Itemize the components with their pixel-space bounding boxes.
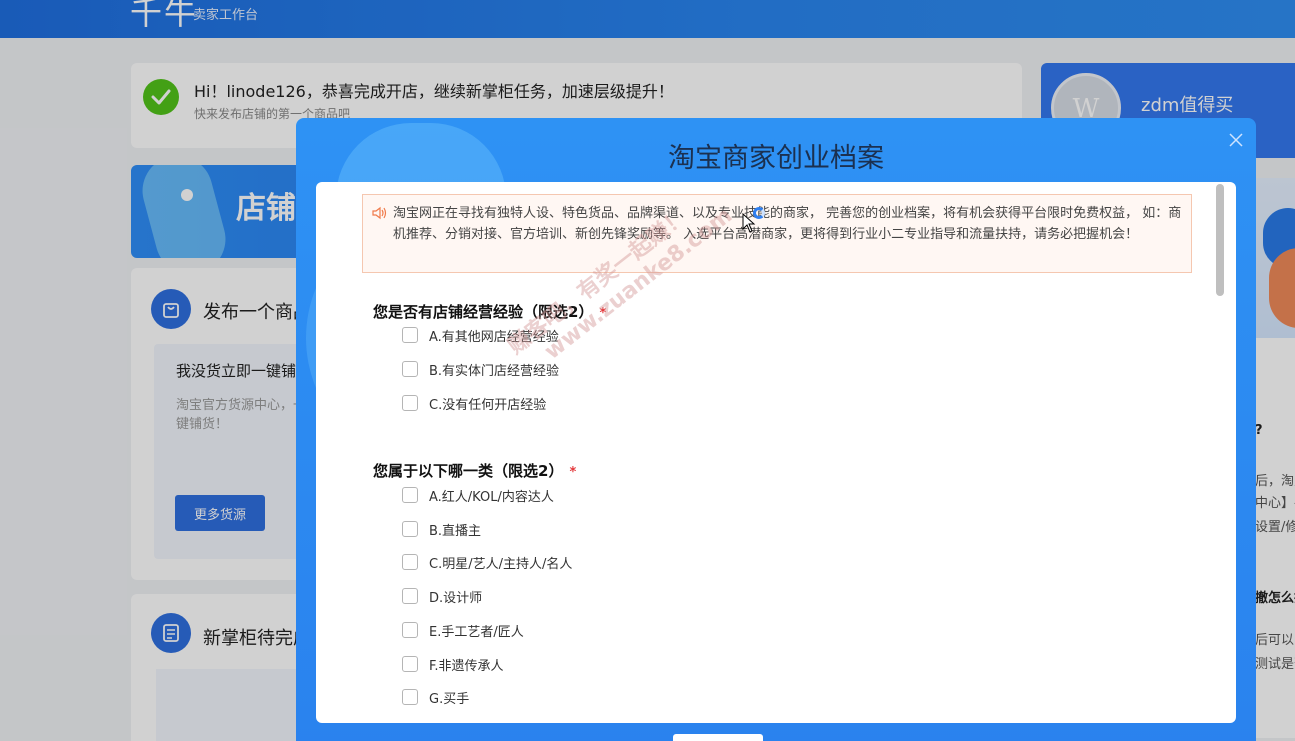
checkbox[interactable] <box>402 622 418 638</box>
option-label: D.设计师 <box>429 591 483 606</box>
modal-body[interactable]: 淘宝网正在寻找有独特人设、特色货品、品牌渠道、以及专业技能的商家， 完善您的创业… <box>316 182 1236 723</box>
question-2-text: 您属于以下哪一类（限选2） <box>373 462 564 480</box>
option-label: E.手工艺者/匠人 <box>429 625 524 640</box>
speaker-icon <box>372 205 388 224</box>
notice-box: 淘宝网正在寻找有独特人设、特色货品、品牌渠道、以及专业技能的商家， 完善您的创业… <box>362 194 1192 273</box>
checkbox[interactable] <box>402 361 418 377</box>
modal-title: 淘宝商家创业档案 <box>668 143 884 174</box>
notice-text: 淘宝网正在寻找有独特人设、特色货品、品牌渠道、以及专业技能的商家， 完善您的创业… <box>393 206 1182 242</box>
checkbox[interactable] <box>402 689 418 705</box>
option-label: C.没有任何开店经验 <box>429 398 547 413</box>
profile-modal: 淘宝商家创业档案 淘宝网正在寻找有独特人设、特色货品、品牌渠道、以及专业技能的商… <box>296 118 1256 741</box>
scrollbar[interactable] <box>1216 184 1224 296</box>
mouse-cursor-icon <box>742 212 756 237</box>
checkbox[interactable] <box>402 395 418 411</box>
option-label: F.非遗传承人 <box>429 659 504 674</box>
close-icon[interactable] <box>1226 130 1246 150</box>
question-2-title: 您属于以下哪一类（限选2） * <box>373 460 576 481</box>
checkbox[interactable] <box>402 554 418 570</box>
option-label: G.买手 <box>429 692 470 707</box>
checkbox[interactable] <box>402 588 418 604</box>
submit-button[interactable] <box>673 734 763 741</box>
required-mark: * <box>569 465 577 480</box>
checkbox[interactable] <box>402 656 418 672</box>
checkbox[interactable] <box>402 521 418 537</box>
checkbox[interactable] <box>402 487 418 503</box>
option-label: B.有实体门店经营经验 <box>429 364 560 379</box>
checkbox[interactable] <box>402 327 418 343</box>
option-label: B.直播主 <box>429 524 482 539</box>
option-label: A.红人/KOL/内容达人 <box>429 490 554 505</box>
option-label: C.明星/艺人/主持人/名人 <box>429 557 573 572</box>
